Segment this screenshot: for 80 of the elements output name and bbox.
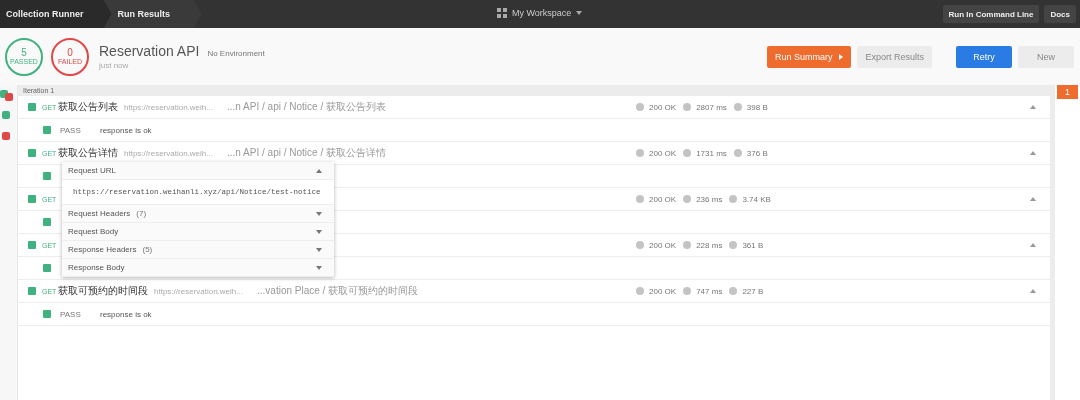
request-path: ...n API / api / Notice / 获取公告详情	[227, 146, 386, 160]
details-section[interactable]: Request Body	[62, 223, 334, 241]
collapse-caret-icon[interactable]	[1030, 105, 1036, 109]
request-url: https://reservation.weih...	[124, 148, 214, 158]
test-result: PASS	[60, 309, 82, 319]
workspace-menu[interactable]: My Workspace	[497, 8, 583, 18]
size-dot-icon	[729, 287, 738, 295]
runner-tab[interactable]: Run Results	[103, 0, 203, 28]
section-count: (5)	[142, 245, 153, 254]
size-dot-icon	[733, 149, 742, 157]
status-dot-icon	[636, 287, 644, 295]
status-dot-icon	[636, 195, 644, 203]
clock-dot-icon	[683, 149, 692, 157]
status-code: 200 OK	[649, 286, 677, 296]
request-path: ...n API / api / Notice / 获取公告列表	[227, 100, 386, 114]
environment-label: No Environment	[207, 49, 265, 58]
details-section[interactable]: Response Headers (5)	[62, 241, 334, 259]
response-time: 2807 ms	[696, 102, 727, 112]
runner-tab[interactable]: Collection Runner	[0, 0, 112, 28]
section-label: Request Body	[68, 227, 119, 236]
clock-dot-icon	[683, 287, 692, 295]
status-dot-icon	[636, 103, 644, 111]
status-dot-icon	[636, 149, 644, 157]
section-label: Request Headers	[68, 209, 131, 218]
section-label: Response Body	[68, 263, 125, 272]
caret-icon	[576, 11, 583, 15]
request-name[interactable]: 获取公告列表	[58, 100, 118, 114]
result-marker[interactable]	[5, 93, 13, 101]
test-result: PASS	[60, 125, 82, 135]
section-label: Request URL	[68, 166, 117, 175]
grid-icon	[497, 8, 507, 18]
response-time: 747 ms	[696, 286, 723, 296]
collection-title: Reservation API	[99, 43, 200, 59]
response-size: 398 B	[746, 102, 768, 112]
clock-dot-icon	[683, 241, 692, 249]
status-code: 200 OK	[649, 102, 677, 112]
result-marker[interactable]	[2, 132, 10, 140]
toolbar-button[interactable]: Docs	[1044, 5, 1076, 23]
status-square	[28, 287, 36, 295]
size-dot-icon	[729, 195, 738, 203]
status-square	[28, 149, 36, 157]
size-dot-icon	[733, 103, 742, 111]
clock-dot-icon	[683, 103, 692, 111]
request-name[interactable]: 获取可预约的时间段	[58, 284, 148, 298]
response-size: 227 B	[742, 286, 764, 296]
details-section[interactable]: Request URL	[62, 162, 334, 180]
status-square	[28, 103, 36, 111]
response-time: 228 ms	[696, 240, 723, 250]
size-dot-icon	[729, 241, 738, 249]
collapse-caret-icon[interactable]	[1030, 289, 1036, 293]
clock-dot-icon	[683, 195, 692, 203]
status-code: 200 OK	[649, 240, 677, 250]
action-button[interactable]: Retry	[956, 45, 1012, 68]
caret-icon	[839, 53, 844, 60]
request-url: https://reservation.weih...	[124, 102, 214, 112]
request-path: ...vation Place / 获取可预约的时间段	[257, 284, 419, 298]
details-section[interactable]: Response Body	[62, 259, 334, 277]
request-name[interactable]: 获取公告详情	[58, 146, 118, 160]
response-size: 376 B	[746, 148, 768, 158]
request-url: https://reservation.weih...	[154, 286, 244, 296]
status-code: 200 OK	[649, 194, 677, 204]
response-time: 1731 ms	[696, 148, 727, 158]
section-count: (7)	[136, 209, 147, 218]
collapse-caret-icon[interactable]	[1030, 243, 1036, 247]
status-code: 200 OK	[649, 148, 677, 158]
details-section[interactable]: Request Headers (7)	[62, 205, 334, 223]
collapse-caret-icon[interactable]	[1030, 197, 1036, 201]
status-square	[28, 195, 36, 203]
test-message: response is ok	[100, 309, 152, 319]
collapse-caret-icon[interactable]	[1030, 151, 1036, 155]
status-square	[28, 241, 36, 249]
response-size: 361 B	[742, 240, 764, 250]
response-size: 3.74 KB	[742, 194, 771, 204]
test-message: response is ok	[100, 125, 152, 135]
section-label: Response Headers	[68, 245, 137, 254]
result-marker[interactable]	[2, 111, 10, 119]
response-time: 236 ms	[696, 194, 723, 204]
run-time: just now	[99, 61, 130, 70]
status-dot-icon	[636, 241, 644, 249]
toolbar-button[interactable]: Run In Command Line	[942, 5, 1040, 23]
